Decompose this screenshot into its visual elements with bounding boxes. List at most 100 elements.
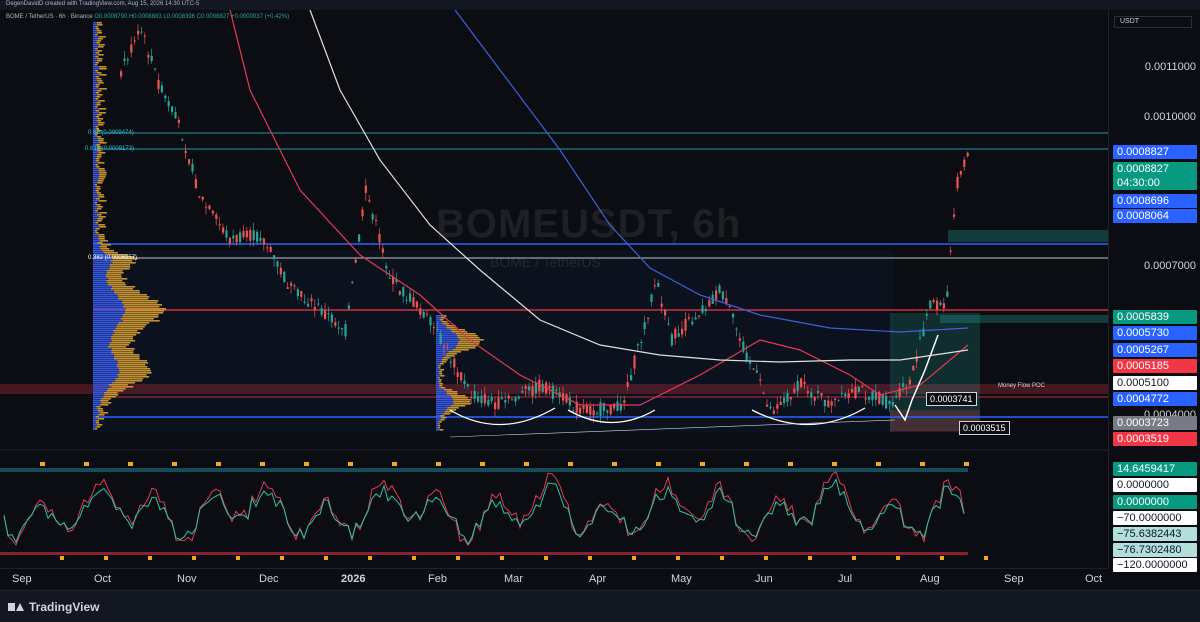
volume-profile-bar-orange <box>96 90 102 92</box>
price-chart-canvas[interactable] <box>0 10 1108 568</box>
oscillator-value-tag[interactable]: −75.6382443 <box>1113 527 1197 541</box>
volume-profile-bar-blue <box>436 393 447 395</box>
volume-profile-bar-orange <box>439 369 444 371</box>
volume-profile-bar-blue <box>436 359 442 361</box>
volume-profile-bar-orange <box>122 300 159 302</box>
price-level-tag[interactable]: 0.0005839 <box>1113 310 1197 324</box>
candle-body <box>235 234 238 243</box>
price-level-tag[interactable]: 0.0005185 <box>1113 359 1197 373</box>
volume-profile-bar-blue <box>93 74 100 76</box>
volume-profile-bar-orange <box>99 412 109 414</box>
oscillator-value-tag[interactable]: 14.6459417 <box>1113 462 1197 476</box>
volume-profile-bar-orange <box>439 319 444 321</box>
candle-body <box>650 294 653 302</box>
price-level-tag[interactable]: 0.0008696 <box>1113 194 1197 208</box>
oscillator-value-tag[interactable]: −76.7302480 <box>1113 543 1197 557</box>
candle-body <box>681 328 684 335</box>
volume-profile-bar-orange <box>95 158 100 160</box>
volume-profile-bar-blue <box>93 138 98 140</box>
tradingview-brand: TradingView <box>29 600 100 614</box>
volume-profile-bar-orange <box>98 108 107 110</box>
legend-ohlc: O0.0008790 H0.0008883 L0.0008396 C0.0008… <box>94 14 290 20</box>
candle-body <box>613 403 616 409</box>
volume-profile-bar-blue <box>436 341 458 343</box>
price-level-tag[interactable]: 0.0008827 <box>1113 145 1197 159</box>
oscillator-value-tag[interactable]: 0.0000000 <box>1113 478 1197 492</box>
volume-profile-bar-orange <box>96 104 101 106</box>
fib-level-label: 0.382 (0.0006957) <box>88 255 138 261</box>
volume-profile-bar-blue <box>436 401 454 403</box>
price-level-tag[interactable]: 0.0004772 <box>1113 392 1197 406</box>
volume-profile-bar-blue <box>93 300 123 302</box>
time-axis-label: Dec <box>259 573 279 585</box>
volume-profile-bar-blue <box>93 196 99 198</box>
tradingview-logo[interactable]: TradingView <box>8 600 99 614</box>
volume-profile-bar-orange <box>98 236 105 238</box>
price-level-tag[interactable]: 0.0003519 <box>1113 432 1197 446</box>
price-level-tag[interactable]: 0.0008064 <box>1113 209 1197 223</box>
volume-profile-bar-orange <box>96 102 101 104</box>
candle-body <box>857 386 860 393</box>
candle-body <box>388 277 391 279</box>
oscillator-value-tag[interactable]: −70.0000000 <box>1113 511 1197 525</box>
volume-profile-bar-blue <box>93 122 99 124</box>
volume-profile-bar-orange <box>441 321 448 323</box>
volume-profile-bar-blue <box>93 336 112 338</box>
oscillator-signal-marker <box>524 462 529 466</box>
candle-body <box>796 381 799 391</box>
candle-body <box>310 298 313 302</box>
volume-profile-bar-blue <box>93 88 100 90</box>
candle-body <box>456 372 459 377</box>
volume-profile-bar-orange <box>116 364 146 366</box>
chart-price-tag[interactable]: 0.0003515 <box>959 421 1010 435</box>
oscillator-signal-marker <box>764 556 768 560</box>
volume-profile-bar-blue <box>93 308 126 310</box>
volume-profile-bar-blue <box>436 379 439 381</box>
volume-profile-bar-blue <box>93 242 98 244</box>
candle-body <box>232 235 235 239</box>
oscillator-baseline-band <box>0 552 968 555</box>
candle-body <box>259 237 262 241</box>
oscillator-value-tag[interactable]: 0.0000000 <box>1113 495 1197 509</box>
candle-body <box>630 375 633 381</box>
candle-body <box>956 176 959 189</box>
price-level-tag[interactable]: 0.0005730 <box>1113 326 1197 340</box>
oscillator-signal-marker <box>60 556 64 560</box>
time-axis-label: Sep <box>12 573 32 585</box>
candle-body <box>167 101 170 107</box>
symbol-legend[interactable]: BOME / TetherUS · 6h · Binance O0.000879… <box>6 14 289 20</box>
candle-body <box>902 383 905 387</box>
candle-body <box>908 379 911 385</box>
currency-badge[interactable]: USDT <box>1114 16 1192 28</box>
volume-profile-bar-orange <box>96 214 102 216</box>
volume-profile-bar-blue <box>93 302 122 304</box>
volume-profile-bar-orange <box>108 384 128 386</box>
candle-body <box>715 290 718 300</box>
volume-profile-bar-orange <box>453 403 471 405</box>
volume-profile-bar-blue <box>93 368 119 370</box>
volume-profile-bar-blue <box>436 429 440 431</box>
price-level-tag[interactable]: 0.0003723 <box>1113 416 1197 430</box>
candle-body <box>252 230 255 240</box>
volume-profile-bar-orange <box>94 428 98 430</box>
volume-profile-bar-blue <box>93 276 106 278</box>
candle-body <box>864 398 867 400</box>
oscillator-value-tag[interactable]: −120.0000000 <box>1113 558 1197 572</box>
price-axis[interactable]: USDT 0.00110000.00100000.00070000.000600… <box>1108 10 1200 572</box>
candle-body <box>371 214 374 220</box>
price-level-tag[interactable]: 0.0005267 <box>1113 343 1197 357</box>
oscillator-signal-marker <box>744 462 749 466</box>
chart-price-tag[interactable]: 0.0003741 <box>926 392 977 406</box>
candle-body <box>453 358 456 368</box>
price-level-tag[interactable]: 0.0005100 <box>1113 376 1197 390</box>
volume-profile-bar-orange <box>94 184 98 186</box>
volume-profile-bar-blue <box>436 407 448 409</box>
price-level-tag[interactable]: 04:30:00 <box>1113 176 1197 190</box>
candle-body <box>919 337 922 339</box>
candle-body <box>929 300 932 309</box>
price-level-tag[interactable]: 0.0008827 <box>1113 162 1197 176</box>
volume-profile-bar-orange <box>99 172 107 174</box>
chart-pane[interactable]: BOME / TetherUS · 6h · Binance O0.000879… <box>0 10 1108 568</box>
volume-profile-bar-blue <box>436 383 440 385</box>
time-axis[interactable]: Sep Oct Nov Dec 2026 Feb Mar Apr May Jun Jul Aug Sep… <box>0 568 1108 590</box>
